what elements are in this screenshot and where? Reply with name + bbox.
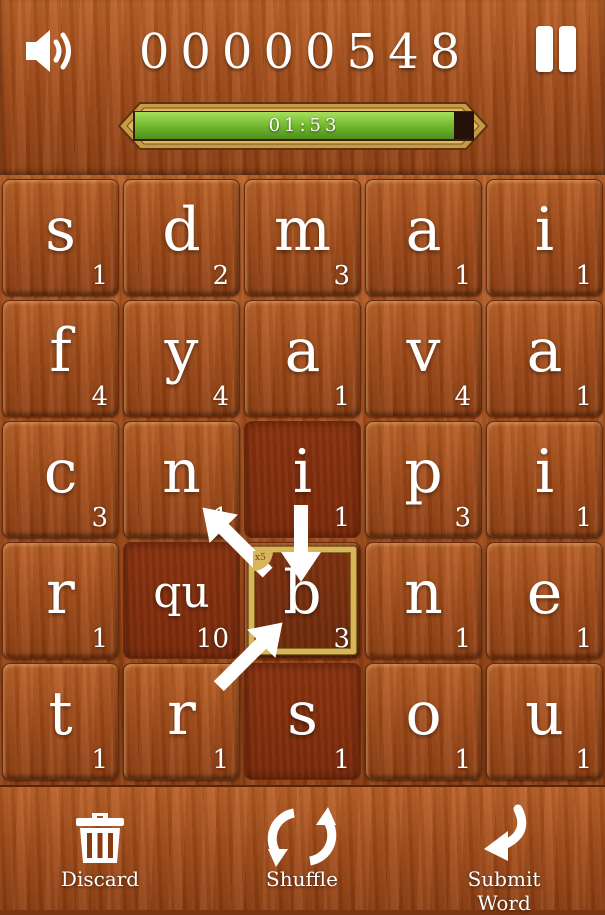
letter-tile[interactable]: a1 [244, 300, 361, 417]
tile-points: 3 [333, 624, 350, 654]
letter-tile[interactable]: u1 [486, 663, 603, 780]
tile-letter: n [162, 437, 201, 507]
discard-button[interactable]: Discard [50, 787, 150, 910]
shuffle-button[interactable]: Shuffle [252, 787, 352, 910]
tile-letter: m [274, 195, 331, 265]
tile-letter: p [404, 437, 443, 507]
tile-points: 1 [454, 745, 471, 775]
letter-tile[interactable]: n1 [123, 421, 240, 538]
letter-tile[interactable]: i1 [244, 421, 361, 538]
tile-letter: i [292, 437, 313, 507]
tile-points: 1 [575, 745, 592, 775]
speaker-icon [26, 30, 71, 72]
letter-tile[interactable]: n1 [365, 542, 482, 659]
tile-letter: d [162, 195, 201, 265]
tile-points: 1 [575, 382, 592, 412]
tile-letter: a [526, 316, 563, 386]
tile-letter: a [405, 195, 442, 265]
letter-tile[interactable]: v4 [365, 300, 482, 417]
letter-tile[interactable]: e1 [486, 542, 603, 659]
letter-tile[interactable]: s1 [2, 179, 119, 296]
tile-points: 1 [575, 503, 592, 533]
tile-points: 10 [195, 624, 229, 654]
letter-tile[interactable]: s1 [244, 663, 361, 780]
letter-tile[interactable]: p3 [365, 421, 482, 538]
tile-points: 4 [91, 382, 108, 412]
tile-points: 1 [454, 624, 471, 654]
tile-points: 1 [212, 745, 229, 775]
letter-tile[interactable]: i1 [486, 179, 603, 296]
tile-letter: i [534, 437, 555, 507]
tile-letter: n [404, 558, 443, 628]
tile-letter: s [287, 679, 318, 749]
multiplier-badge: x5 [253, 551, 273, 571]
tile-letter: v [406, 316, 441, 386]
letter-tile[interactable]: r1 [2, 542, 119, 659]
letter-tile[interactable]: b 3 x5 [244, 542, 361, 659]
shuffle-label: Shuffle [266, 867, 338, 891]
letter-tile[interactable]: d2 [123, 179, 240, 296]
discard-label: Discard [60, 867, 140, 891]
submit-arrow-icon [484, 804, 527, 861]
sound-toggle-button[interactable] [22, 26, 82, 76]
pause-icon-bar [559, 26, 576, 72]
tile-letter: i [534, 195, 555, 265]
tile-points: 1 [575, 261, 592, 291]
letter-tile[interactable]: c3 [2, 421, 119, 538]
tile-points: 1 [212, 503, 229, 533]
tile-points: 4 [454, 382, 471, 412]
tile-letter: a [284, 316, 321, 386]
tile-points: 3 [333, 261, 350, 291]
timer-text: 01:53 [268, 115, 341, 136]
tile-points: 1 [333, 382, 350, 412]
tile-letter: o [405, 679, 442, 749]
tile-points: 3 [454, 503, 471, 533]
letter-tile[interactable]: y4 [123, 300, 240, 417]
letter-tile[interactable]: i1 [486, 421, 603, 538]
letter-tile[interactable]: a1 [365, 179, 482, 296]
tile-points: 1 [333, 503, 350, 533]
letter-tile[interactable]: qu 10 [123, 542, 240, 659]
tile-points: 1 [91, 745, 108, 775]
letter-tile[interactable]: o1 [365, 663, 482, 780]
tile-letter: c [43, 437, 78, 507]
letter-board: s 1 d 2 m 3 a 1 i 1 f 4 y 4 a 1 v 4 a 1 c 3 n 1 i 1 p 3 i 1 r 1 qu 10 b 3 x5… [0, 175, 605, 785]
trash-icon [76, 813, 124, 863]
game-footer: Discard Shuffle Submit Word [0, 785, 605, 915]
pause-button[interactable] [532, 26, 580, 74]
tile-points: 1 [575, 624, 592, 654]
tile-letter: t [48, 679, 73, 749]
letter-tile[interactable]: t1 [2, 663, 119, 780]
letter-tile[interactable]: f4 [2, 300, 119, 417]
tile-letter: e [526, 558, 563, 628]
tile-points: 2 [212, 261, 229, 291]
tile-points: 3 [91, 503, 108, 533]
pause-icon [536, 26, 553, 72]
tile-letter: qu [153, 567, 210, 618]
letter-tile[interactable]: r1 [123, 663, 240, 780]
game-header: 00000548 01:53 [0, 0, 605, 177]
tile-points: 1 [454, 261, 471, 291]
tile-letter: u [525, 679, 564, 749]
tile-points: 1 [91, 261, 108, 291]
tile-letter: y [164, 316, 199, 386]
letter-tile[interactable]: a1 [486, 300, 603, 417]
tile-letter: f [49, 316, 72, 386]
submit-word-button[interactable]: Submit Word [440, 787, 568, 915]
tile-letter: r [46, 558, 75, 628]
shuffle-icon [267, 807, 337, 867]
tile-letter: r [167, 679, 196, 749]
letter-tile[interactable]: m3 [244, 179, 361, 296]
tile-points: 1 [91, 624, 108, 654]
tile-points: 1 [333, 745, 350, 775]
tile-letter: s [45, 195, 76, 265]
score-display: 00000548 [138, 24, 472, 80]
tile-points: 4 [212, 382, 229, 412]
